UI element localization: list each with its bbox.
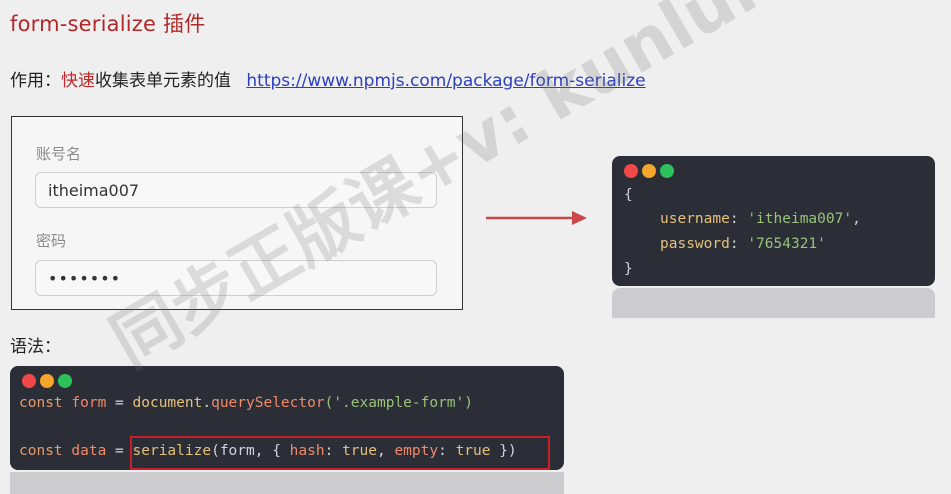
page-title: form-serialize 插件 (10, 12, 206, 36)
password-input[interactable]: ••••••• (35, 260, 437, 296)
minimize-dot-icon (40, 374, 54, 388)
close-dot-icon (624, 164, 638, 178)
obj-document: document (132, 395, 203, 411)
var-form: form (71, 395, 107, 411)
window-controls (624, 164, 678, 182)
serialize-highlight-box (130, 436, 550, 470)
kw-const: const (19, 443, 63, 459)
maximize-dot-icon (660, 164, 674, 178)
kw-const: const (19, 395, 63, 411)
code-key-password: password (660, 236, 730, 252)
intro-highlight: 快速 (61, 71, 95, 91)
minimize-dot-icon (642, 164, 656, 178)
example-form: 账号名 itheima007 密码 ••••••• (11, 116, 463, 310)
arg-selector: ('.example-form') (324, 395, 473, 411)
password-label: 密码 (36, 232, 67, 250)
close-dot-icon (22, 374, 36, 388)
syntax-line-1: const form = document.querySelector('.ex… (19, 395, 473, 411)
intro-text: 作用：快速收集表单元素的值 https://www.npmjs.com/pack… (10, 66, 646, 91)
username-input[interactable]: itheima007 (35, 172, 437, 208)
arrow-right-icon (486, 211, 587, 225)
code-line-password: password: '7654321' (660, 236, 826, 252)
op-eq: = (115, 443, 124, 459)
syntax-code-reflection (10, 472, 564, 494)
intro-rest: 收集表单元素的值 (95, 71, 231, 91)
op-eq: = (115, 395, 124, 411)
result-code-reflection (612, 288, 935, 318)
syntax-label: 语法： (10, 337, 61, 357)
var-data: data (71, 443, 107, 459)
username-label: 账号名 (36, 145, 82, 163)
method-queryselector: querySelector (211, 395, 325, 411)
code-key-username: username (660, 211, 730, 227)
npm-link[interactable]: https://www.npmjs.com/package/form-seria… (246, 71, 645, 91)
result-code-block: { username: 'itheima007', password: '765… (612, 156, 935, 286)
maximize-dot-icon (58, 374, 72, 388)
code-val-username: 'itheima007' (747, 211, 853, 227)
intro-prefix: 作用： (10, 71, 61, 91)
window-controls (22, 374, 76, 392)
code-val-password: '7654321' (747, 236, 826, 252)
code-open-brace: { (624, 187, 633, 203)
code-line-username: username: 'itheima007', (660, 211, 861, 227)
code-close-brace: } (624, 261, 633, 277)
